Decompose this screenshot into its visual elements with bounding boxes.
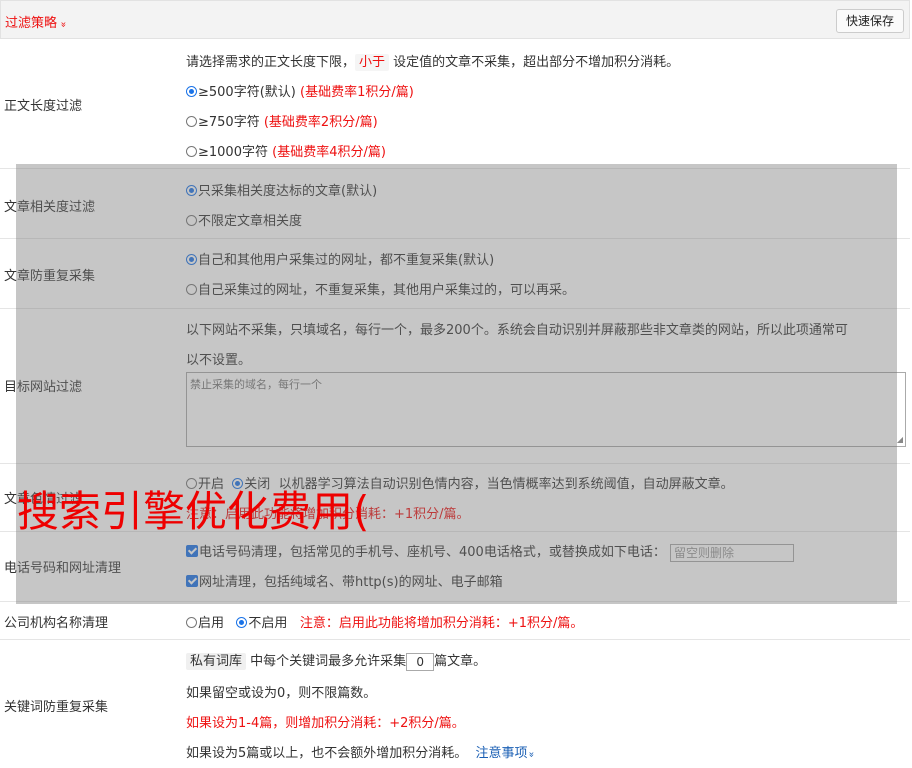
radio-icon[interactable] xyxy=(186,116,197,127)
red-watermark-text: 搜索引擎优化费用( xyxy=(17,487,370,536)
company-label: 公司机构名称清理 xyxy=(4,616,109,631)
private-lexicon-tag: 私有词库 xyxy=(186,653,247,670)
less-than-tag: 小于 xyxy=(355,54,390,71)
body-length-option-500[interactable]: ≥500字符(默认) (基础费率1积分/篇) xyxy=(186,81,414,100)
body-length-desc: 请选择需求的正文长度下限， 小于 设定值的文章不采集，超出部分不增加积分消耗。 xyxy=(186,54,680,71)
keyword-dedupe-row: 关键词防重复采集 私有词库 中每个关键词最多允许采集 0 篇文章。 如果留空或设为0… xyxy=(0,640,910,768)
max-articles-input[interactable]: 0 xyxy=(406,652,435,671)
radio-selected-icon[interactable] xyxy=(186,86,197,97)
company-options: 启用 不启用 注意：启用此功能将增加积分消耗：+1积分/篇。 xyxy=(186,612,583,631)
filter-strategy-header: 过滤策略» 快速保存 xyxy=(0,0,910,39)
company-off-label[interactable]: 不启用 xyxy=(248,616,287,631)
resize-handle-icon[interactable]: ◢ xyxy=(897,435,903,444)
company-row: 公司机构名称清理 启用 不启用 注意：启用此功能将增加积分消耗：+1积分/篇。 xyxy=(0,602,910,640)
body-length-option-750[interactable]: ≥750字符 (基础费率2积分/篇) xyxy=(186,111,378,130)
section-title[interactable]: 过滤策略» xyxy=(5,12,69,31)
keyword-dedupe-line4: 如果设为5篇或以上，也不会额外增加积分消耗。 注意事项» xyxy=(186,746,537,761)
body-length-label: 正文长度过滤 xyxy=(4,99,83,114)
quick-save-button[interactable]: 快速保存 xyxy=(835,9,904,33)
notes-link[interactable]: 注意事项» xyxy=(476,746,537,761)
section-title-text: 过滤策略 xyxy=(5,16,58,31)
radio-icon[interactable] xyxy=(186,146,197,157)
body-length-row: 正文长度过滤 请选择需求的正文长度下限， 小于 设定值的文章不采集，超出部分不增加… xyxy=(0,39,910,169)
body-length-option-1000[interactable]: ≥1000字符 (基础费率4积分/篇) xyxy=(186,141,386,160)
keyword-dedupe-line2: 如果留空或设为0，则不限篇数。 xyxy=(186,686,377,701)
chevron-down-icon: » xyxy=(525,751,537,758)
company-note: 注意：启用此功能将增加积分消耗：+1积分/篇。 xyxy=(299,616,584,631)
keyword-dedupe-label: 关键词防重复采集 xyxy=(4,700,109,715)
keyword-dedupe-line1: 私有词库 中每个关键词最多允许采集 0 篇文章。 xyxy=(186,650,486,671)
company-on-label[interactable]: 启用 xyxy=(198,616,224,631)
radio-icon[interactable] xyxy=(186,617,197,628)
chevron-down-icon: » xyxy=(57,21,69,28)
keyword-dedupe-line3: 如果设为1-4篇，则增加积分消耗：+2积分/篇。 xyxy=(186,716,465,731)
radio-selected-icon[interactable] xyxy=(236,617,248,628)
